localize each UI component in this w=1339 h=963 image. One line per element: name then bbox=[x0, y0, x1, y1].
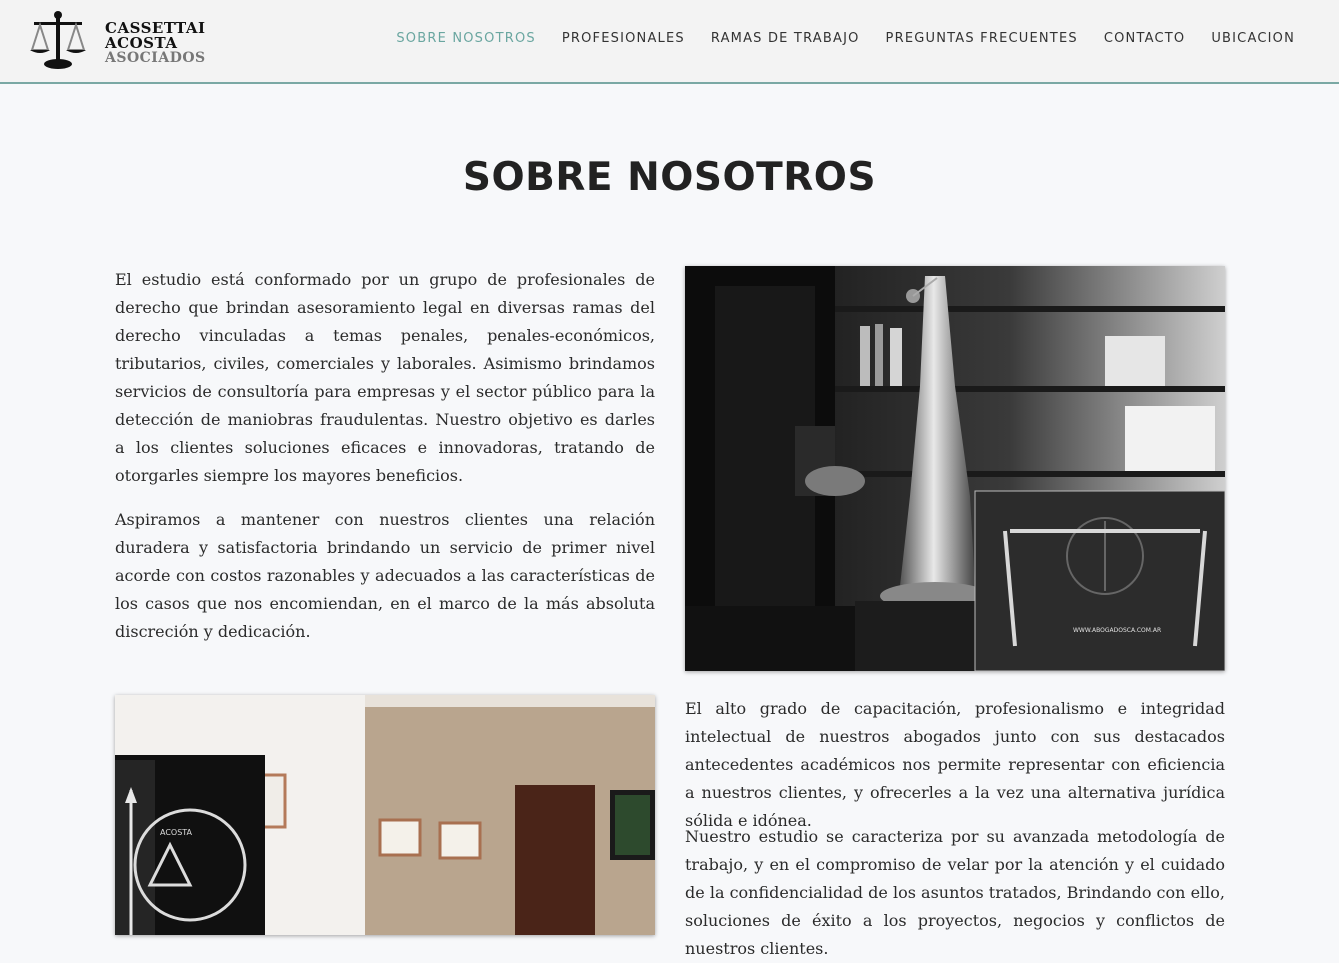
brand-line-2: ACOSTA bbox=[105, 34, 178, 52]
nav-preguntas-frecuentes[interactable]: PREGUNTAS FRECUENTES bbox=[886, 31, 1078, 46]
office-sign-text: ACOSTA bbox=[160, 828, 193, 837]
nav-profesionales[interactable]: PROFESIONALES bbox=[562, 31, 685, 46]
nav-contacto[interactable]: CONTACTO bbox=[1104, 31, 1185, 46]
nav-sobre-nosotros[interactable]: SOBRE NOSOTROS bbox=[396, 31, 535, 46]
about-paragraph-4: Nuestro estudio se caracteriza por su av… bbox=[685, 827, 1225, 958]
nav-ramas-de-trabajo[interactable]: RAMAS DE TRABAJO bbox=[711, 31, 860, 46]
about-paragraph-1: El estudio está conformado por un grupo … bbox=[115, 270, 655, 485]
card-url: WWW.ABOGADOSCA.COM.AR bbox=[1073, 627, 1161, 634]
about-paragraph-3: El alto grado de capacitación, profesion… bbox=[685, 699, 1225, 830]
site-header: CASSETTAI ACOSTA ASOCIADOS SOBRE NOSOTRO… bbox=[0, 0, 1339, 84]
main-nav: SOBRE NOSOTROS PROFESIONALES RAMAS DE TR… bbox=[370, 31, 1295, 46]
brand-name: CASSETTAI ACOSTA ASOCIADOS bbox=[105, 21, 206, 66]
scales-of-justice-icon bbox=[30, 11, 86, 69]
lady-justice-photo: WWW.ABOGADOSCA.COM.AR bbox=[685, 266, 1225, 671]
office-photo: ACOSTA bbox=[115, 695, 655, 935]
brand-logo[interactable]: CASSETTAI ACOSTA ASOCIADOS bbox=[30, 10, 205, 72]
about-paragraph-2: Aspiramos a mantener con nuestros client… bbox=[115, 510, 655, 641]
brand-line-3: ASOCIADOS bbox=[105, 50, 206, 66]
page-title: SOBRE NOSOTROS bbox=[462, 155, 877, 200]
nav-ubicacion[interactable]: UBICACION bbox=[1211, 31, 1295, 46]
